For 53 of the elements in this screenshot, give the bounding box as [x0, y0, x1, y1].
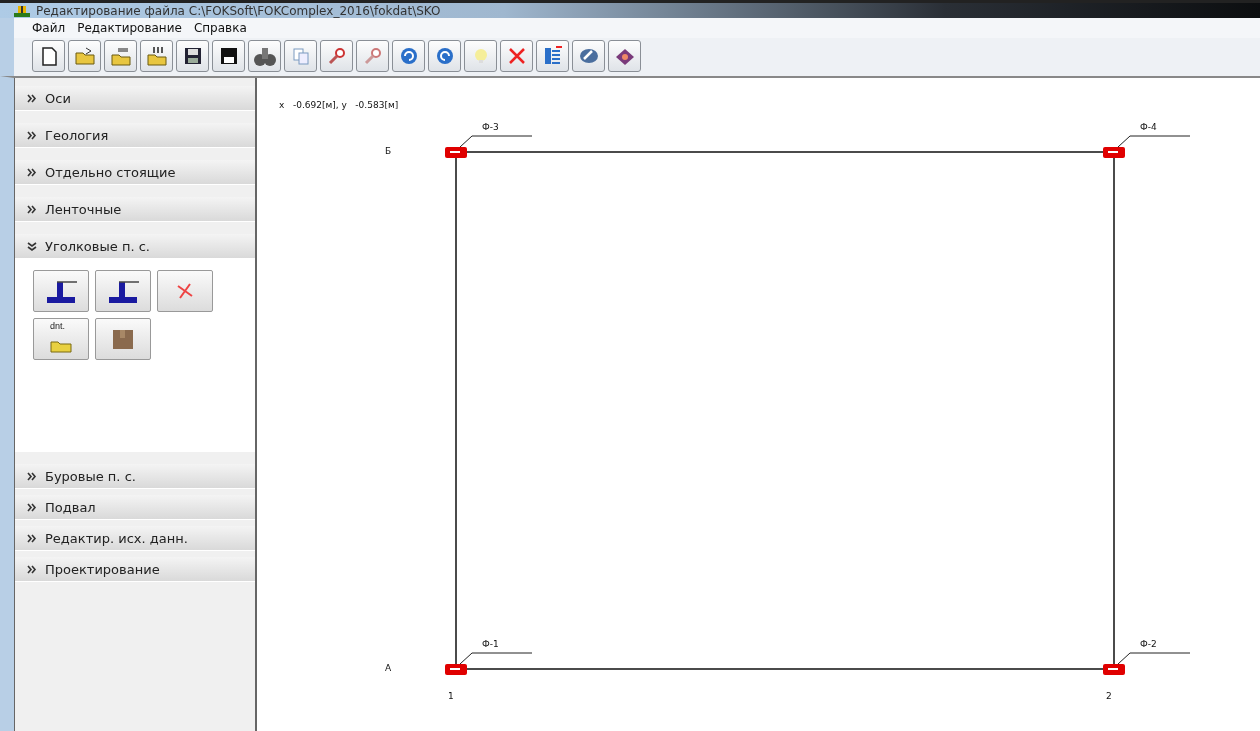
foundation-label: Ф-2 [1140, 639, 1157, 649]
menu-item[interactable]: Редактирование [75, 19, 192, 37]
section-label: Геология [45, 127, 109, 143]
section-header[interactable]: Отдельно стоящие [15, 160, 255, 184]
open-folder-icon [73, 45, 96, 67]
section-header[interactable]: Буровые п. с. [15, 464, 255, 488]
section-label: Уголковые п. с. [45, 238, 150, 254]
section-header[interactable]: Ленточные [15, 197, 255, 221]
toolbar-button[interactable] [32, 40, 65, 72]
cursor-coordinates: x -0.692[м], y -0.583[м] [279, 100, 399, 110]
open-folder-icon [50, 339, 72, 353]
section-label: Отдельно стоящие [45, 164, 176, 180]
toolbar-button[interactable] [248, 40, 281, 72]
toolbar-button[interactable] [140, 40, 173, 72]
section-header[interactable]: Оси [15, 86, 255, 110]
toolbar-button[interactable] [176, 40, 209, 72]
axis-label: А [385, 663, 392, 673]
foundation-marker[interactable] [1103, 147, 1125, 158]
foundation-label: Ф-1 [482, 639, 499, 649]
tool-label: dnt. [50, 321, 65, 331]
section-label: Буровые п. с. [45, 468, 136, 484]
toolbar-button[interactable] [608, 40, 641, 72]
app-icon [14, 4, 30, 17]
tool-button[interactable]: dnt. [33, 318, 89, 360]
delete-icon [175, 281, 195, 301]
open-folder-icon [145, 45, 168, 67]
section-header[interactable]: Проектирование [15, 557, 255, 581]
foundation-marker[interactable] [445, 147, 467, 158]
section-label: Проектирование [45, 561, 160, 577]
menu-item[interactable]: Справка [191, 19, 257, 37]
section-label: Подвал [45, 499, 96, 515]
section-header[interactable]: Уголковые п. с. [15, 234, 255, 258]
menu-item[interactable]: Файл [30, 19, 76, 37]
box-icon [111, 327, 135, 351]
section-label: Оси [45, 90, 71, 106]
axis-label: 2 [1106, 691, 1112, 701]
axis-label: 1 [448, 691, 454, 701]
window-title: Редактирование файла C:\FOKSoft\FOKComplex_2016\fokdat\SKO [36, 3, 441, 18]
section-label: Ленточные [45, 201, 122, 217]
foundation-label: Ф-4 [1140, 122, 1157, 132]
foundation-marker[interactable] [1103, 664, 1125, 675]
tool-button[interactable] [33, 270, 89, 312]
open-folder-icon [109, 45, 132, 67]
axis-label: Б [385, 146, 392, 156]
foundation-marker[interactable] [445, 664, 467, 675]
toolbar-button[interactable] [212, 40, 245, 72]
section-header[interactable]: Геология [15, 123, 255, 147]
foundation-label: Ф-3 [482, 122, 499, 132]
binoculars-icon [253, 45, 276, 67]
section-header[interactable]: Подвал [15, 495, 255, 519]
section-label: Редактир. исх. данн. [45, 530, 188, 546]
tool-button[interactable] [95, 270, 151, 312]
section-header[interactable]: Редактир. исх. данн. [15, 526, 255, 550]
